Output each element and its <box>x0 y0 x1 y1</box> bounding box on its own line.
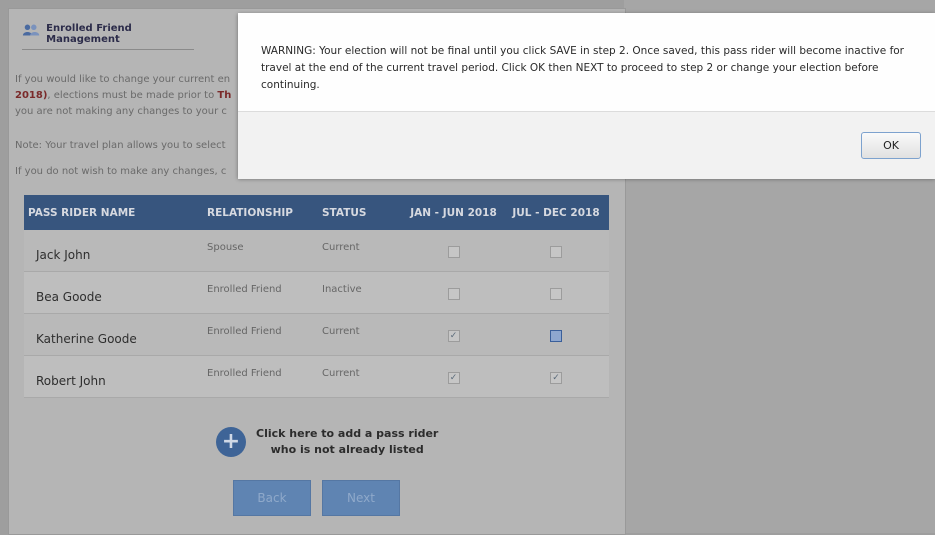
add-pass-rider-link[interactable]: + Click here to add a pass rider who is … <box>216 426 438 458</box>
rider-name: Robert John <box>36 373 106 388</box>
warning-message: WARNING: Your election will not be final… <box>261 45 905 91</box>
table-row: Bea Goode Enrolled Friend Inactive <box>24 272 609 314</box>
intro-text: If you would like to change your current… <box>15 72 245 120</box>
add-rider-line1: Click here to add a pass rider <box>256 427 439 440</box>
plus-icon[interactable]: + <box>216 427 246 457</box>
header-relationship: RELATIONSHIP <box>207 206 293 219</box>
rider-name: Bea Goode <box>36 289 102 304</box>
ok-button[interactable]: OK <box>861 132 921 159</box>
intro-line1: If you would like to change your current… <box>15 74 231 85</box>
rider-relationship: Spouse <box>207 242 244 253</box>
rider-status: Inactive <box>322 284 362 295</box>
panel-title-text: Enrolled Friend Management <box>46 23 132 45</box>
rider-relationship: Enrolled Friend <box>207 326 282 337</box>
header-jan-jun: JAN - JUN 2018 <box>410 206 497 219</box>
rider-status: Current <box>322 368 360 379</box>
jul-dec-checkbox[interactable] <box>550 329 562 342</box>
back-button[interactable]: Back <box>233 480 311 516</box>
add-rider-line2: who is not already listed <box>270 443 424 456</box>
header-name: PASS RIDER NAME <box>28 206 136 219</box>
jul-dec-checkbox[interactable]: ✓ <box>550 371 562 384</box>
intro-deadline: Th <box>217 90 232 101</box>
no-change-text: If you do not wish to make any changes, … <box>15 166 227 177</box>
warning-dialog: WARNING: Your election will not be final… <box>238 13 935 179</box>
intro-line2: , elections must be made prior to <box>47 90 218 101</box>
jan-jun-checkbox[interactable]: ✓ <box>447 329 460 342</box>
people-icon <box>22 24 40 36</box>
rider-name: Katherine Goode <box>36 331 137 346</box>
table-row: Katherine Goode Enrolled Friend Current … <box>24 314 609 356</box>
jul-dec-checkbox[interactable] <box>550 287 562 300</box>
panel-title: Enrolled Friend Management <box>22 23 194 50</box>
rider-status: Current <box>322 326 360 337</box>
header-jul-dec: JUL - DEC 2018 <box>512 206 600 219</box>
jan-jun-checkbox[interactable]: ✓ <box>447 371 460 384</box>
intro-date: 2018) <box>15 90 48 101</box>
next-button[interactable]: Next <box>322 480 400 516</box>
table-row: Robert John Enrolled Friend Current ✓ ✓ <box>24 356 609 398</box>
jan-jun-checkbox[interactable] <box>447 245 460 258</box>
note-text: Note: Your travel plan allows you to sel… <box>15 140 226 151</box>
table-header: PASS RIDER NAME RELATIONSHIP STATUS JAN … <box>24 195 609 230</box>
header-status: STATUS <box>322 206 367 219</box>
dialog-footer: OK <box>238 111 935 179</box>
rider-status: Current <box>322 242 360 253</box>
rider-relationship: Enrolled Friend <box>207 368 282 379</box>
pass-rider-table: PASS RIDER NAME RELATIONSHIP STATUS JAN … <box>24 195 609 398</box>
add-pass-rider-text[interactable]: Click here to add a pass rider who is no… <box>256 426 438 458</box>
intro-line3: you are not making any changes to your c <box>15 106 227 117</box>
rider-name: Jack John <box>36 247 91 262</box>
table-body: Jack John Spouse Current Bea Goode Enrol… <box>24 230 609 398</box>
rider-relationship: Enrolled Friend <box>207 284 282 295</box>
table-row: Jack John Spouse Current <box>24 230 609 272</box>
jul-dec-checkbox[interactable] <box>550 245 562 258</box>
jan-jun-checkbox[interactable] <box>447 287 460 300</box>
